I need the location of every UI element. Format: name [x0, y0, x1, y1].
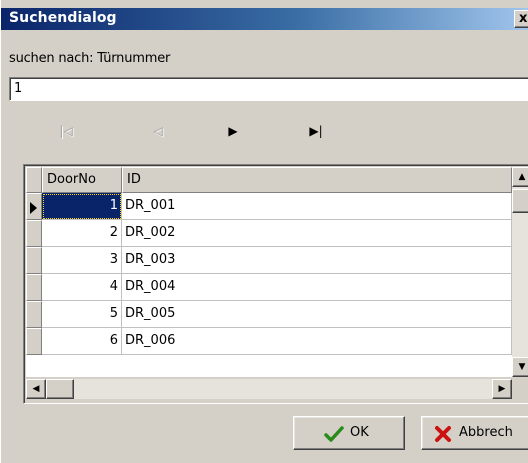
dialog-title: Suchendialog	[9, 10, 117, 26]
grid-body: DoorNo ID 1 DR_001 2 DR_002 3 DR_003 4 DR_004 5 D…	[26, 167, 512, 377]
cell-doorno[interactable]: 2	[42, 220, 122, 247]
cell-doorno[interactable]: 3	[42, 247, 122, 274]
last-record-icon: ▶|	[309, 124, 323, 138]
row-indicator[interactable]	[26, 220, 42, 247]
row-indicator[interactable]	[26, 247, 42, 274]
row-indicator[interactable]	[26, 193, 42, 220]
close-button[interactable]: x	[514, 10, 528, 28]
vertical-scroll-thumb[interactable]	[512, 189, 528, 213]
table-row[interactable]: 5 DR_005	[26, 301, 512, 328]
horizontal-scrollbar[interactable]: ◀ ▶	[26, 379, 512, 399]
row-indicator[interactable]	[26, 301, 42, 328]
nav-next-button[interactable]: ▶	[218, 120, 248, 142]
column-header-doorno[interactable]: DoorNo	[42, 167, 122, 193]
table-row[interactable]: 1 DR_001	[26, 193, 512, 220]
cell-id[interactable]: DR_005	[122, 301, 512, 328]
cell-id[interactable]: DR_002	[122, 220, 512, 247]
header-corner	[26, 167, 42, 193]
cancel-label: Abbrech	[459, 425, 513, 440]
nav-first-button[interactable]: |◁	[51, 120, 81, 142]
nav-prior-button[interactable]: ◁	[143, 120, 173, 142]
nav-last-button[interactable]: ▶|	[301, 120, 331, 142]
cancel-button[interactable]: Abbrech	[421, 416, 528, 450]
vertical-scrollbar[interactable]: ▲ ▼	[512, 167, 528, 377]
results-grid[interactable]: DoorNo ID 1 DR_001 2 DR_002 3 DR_003 4 DR_004 5 D…	[23, 164, 528, 404]
cell-doorno[interactable]: 5	[42, 301, 122, 328]
checkmark-icon	[324, 426, 344, 442]
next-record-icon: ▶	[228, 124, 238, 138]
prior-record-icon: ◁	[153, 124, 163, 138]
table-row[interactable]: 2 DR_002	[26, 220, 512, 247]
row-indicator[interactable]	[26, 274, 42, 301]
close-icon: x	[519, 11, 528, 26]
cell-doorno[interactable]: 4	[42, 274, 122, 301]
ok-label: OK	[350, 425, 369, 440]
cell-id[interactable]: DR_003	[122, 247, 512, 274]
arrow-right-icon: ▶	[498, 384, 506, 394]
column-header-id[interactable]: ID	[122, 167, 512, 193]
scroll-left-button[interactable]: ◀	[26, 379, 46, 399]
arrow-left-icon: ◀	[32, 384, 40, 394]
current-row-arrow-icon	[30, 202, 37, 214]
red-x-icon	[435, 426, 451, 442]
horizontal-scroll-thumb[interactable]	[46, 379, 74, 399]
row-indicator[interactable]	[26, 328, 42, 355]
search-dialog-window: Suchendialog x suchen nach: Türnummer 1 …	[0, 0, 528, 463]
scroll-up-button[interactable]: ▲	[512, 167, 528, 187]
search-label: suchen nach: Türnummer	[9, 51, 171, 66]
cell-doorno[interactable]: 1	[42, 193, 122, 220]
ok-button[interactable]: OK	[293, 416, 405, 450]
table-row[interactable]: 3 DR_003	[26, 247, 512, 274]
arrow-up-icon: ▲	[518, 172, 526, 182]
first-record-icon: |◁	[59, 124, 73, 138]
table-row[interactable]: 6 DR_006	[26, 328, 512, 355]
cell-id[interactable]: DR_004	[122, 274, 512, 301]
scroll-right-button[interactable]: ▶	[492, 379, 512, 399]
search-input[interactable]: 1	[9, 77, 528, 101]
cell-id[interactable]: DR_006	[122, 328, 512, 355]
arrow-down-icon: ▼	[518, 362, 526, 372]
cell-id[interactable]: DR_001	[122, 193, 512, 220]
cell-doorno[interactable]: 6	[42, 328, 122, 355]
scroll-down-button[interactable]: ▼	[512, 357, 528, 377]
table-row[interactable]: 4 DR_004	[26, 274, 512, 301]
title-bar[interactable]: Suchendialog x	[1, 8, 528, 30]
